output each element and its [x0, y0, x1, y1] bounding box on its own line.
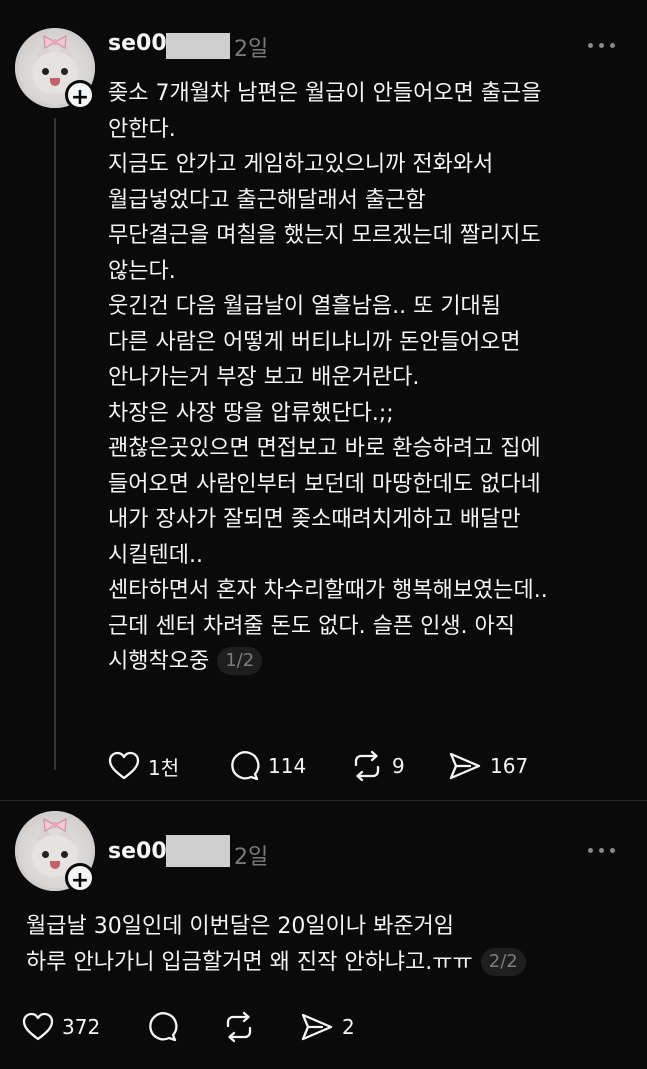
post-line: 월급넣었다고 출근해달래서 출근함	[108, 187, 426, 213]
bow-icon	[43, 35, 67, 49]
share-button[interactable]: 2	[300, 1007, 355, 1047]
post-line: 월급날 30일인데 이번달은 20일이나 봐준거임	[26, 914, 455, 939]
action-bar: 1천 114 9 167	[108, 746, 628, 786]
post-line: 센타하면서 혼자 차수리할때가 행복해보였는데..	[108, 578, 548, 603]
more-dots-icon[interactable]	[588, 847, 618, 855]
redacted-username-block	[166, 33, 230, 59]
post-line-last: 시행착오중 1/2	[108, 644, 548, 680]
like-count: 372	[62, 1015, 101, 1039]
redacted-username-block	[166, 835, 230, 867]
repost-button[interactable]: 9	[350, 746, 405, 786]
like-button[interactable]: 1천	[108, 746, 179, 786]
thread-connector-line	[54, 118, 56, 770]
post-line-text: 하루 안나가니 입금할거면 왜 진작 안하냐고.ㅠㅠ	[26, 949, 473, 975]
follow-plus-icon[interactable]: +	[65, 863, 95, 893]
post-line: 괜찮은곳있으면 면접보고 바로 환승하려고 집에	[108, 436, 541, 461]
post-line: 안나가는거 부장 보고 배운거란다.	[108, 365, 420, 390]
post-line: 무단결근을 며칠을 했는지 모르겠는데 짤리지도	[108, 223, 541, 248]
heart-icon	[22, 1012, 54, 1041]
comment-button[interactable]: 114	[228, 746, 306, 786]
username[interactable]: se00	[108, 839, 167, 864]
post-line: 다른 사람은 어떻게 버티냐니까 돈안들어오면	[108, 329, 521, 355]
comment-count: 114	[268, 754, 307, 778]
more-dots-icon[interactable]	[588, 42, 618, 50]
post-line: 안한다.	[108, 116, 176, 142]
page-indicator: 2/2	[480, 947, 526, 976]
thread-post-2: + se00 2일 월급날 30일인데 이번달은 20일이나 봐준거임 하루 안…	[0, 800, 647, 1069]
post-line: 지금도 안가고 게임하고있으니까 전화와서	[108, 152, 494, 177]
post-line-last: 하루 안나가니 입금할거면 왜 진작 안하냐고.ㅠㅠ 2/2	[26, 945, 526, 981]
comment-icon	[231, 751, 260, 781]
repost-icon	[226, 1011, 252, 1043]
action-bar: 372 2	[22, 1007, 422, 1047]
bow-icon	[43, 818, 67, 832]
share-icon	[301, 1013, 333, 1041]
post-body: 월급날 30일인데 이번달은 20일이나 봐준거임 하루 안나가니 입금할거면 …	[26, 909, 526, 980]
repost-count: 9	[392, 754, 405, 778]
comment-button[interactable]	[146, 1007, 178, 1047]
comment-icon	[149, 1012, 178, 1042]
repost-button[interactable]	[222, 1007, 256, 1047]
share-count: 167	[490, 754, 529, 778]
repost-icon	[354, 750, 380, 782]
username[interactable]: se00	[108, 31, 167, 56]
follow-plus-icon[interactable]: +	[65, 80, 95, 110]
post-time: 2일	[234, 37, 269, 62]
post-line: 시킬텐데..	[108, 542, 203, 568]
post-line: 웃긴건 다음 월급날이 열흘남음.. 또 기대됨	[108, 294, 502, 319]
post-line: 않는다.	[108, 258, 176, 284]
like-button[interactable]: 372	[22, 1007, 100, 1047]
heart-icon	[108, 751, 140, 780]
post-body: 좆소 7개월차 남편은 월급이 안들어오면 출근을 안한다. 지금도 안가고 게…	[108, 76, 548, 680]
post-line: 차장은 사장 땅을 압류했단다.;;	[108, 400, 394, 426]
thread-post-1: + se00 2일 좆소 7개월차 남편은 월급이 안들어오면 출근을 안한다.…	[0, 0, 647, 800]
share-icon	[449, 752, 481, 780]
like-count: 1천	[148, 755, 180, 780]
post-line: 들어오면 사람인부터 보던데 마땅한데도 없다네	[108, 471, 541, 497]
post-line: 근데 센터 차려줄 돈도 없다. 슬픈 인생. 아직	[108, 613, 516, 639]
post-line: 좆소 7개월차 남편은 월급이 안들어오면 출근을	[108, 81, 542, 106]
page-indicator: 1/2	[217, 647, 263, 675]
post-line-text: 시행착오중	[108, 649, 210, 674]
post-time: 2일	[234, 845, 269, 870]
post-line: 내가 장사가 잘되면 좆소때려치게하고 배달만	[108, 507, 521, 532]
share-count: 2	[342, 1015, 355, 1039]
share-button[interactable]: 167	[448, 746, 528, 786]
